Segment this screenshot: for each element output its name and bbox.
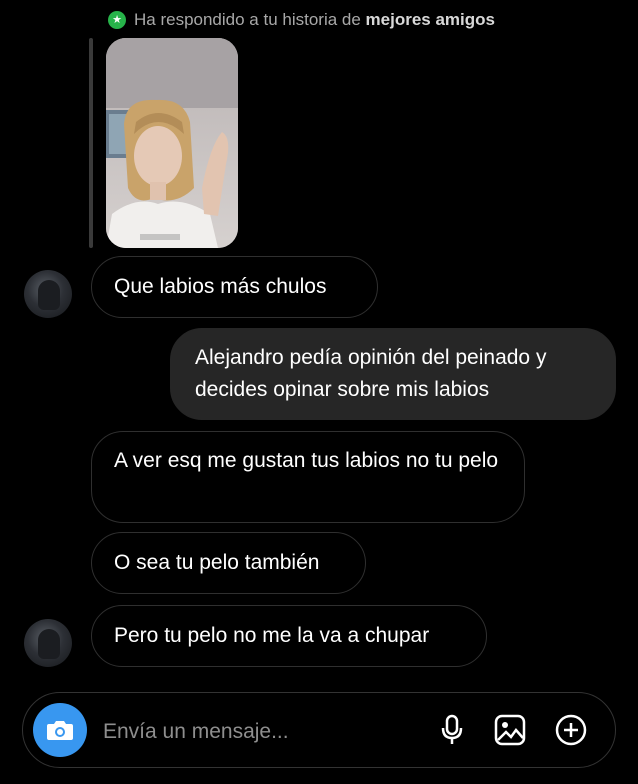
story-reply-text: Ha respondido a tu historia de mejores a… (134, 10, 495, 30)
gallery-icon (494, 714, 526, 746)
message-composer (22, 692, 616, 768)
story-reply-header: ★ Ha respondido a tu historia de mejores… (108, 9, 495, 31)
gallery-button[interactable] (493, 713, 527, 747)
add-icon (555, 714, 587, 746)
microphone-icon (441, 714, 463, 744)
message-text: A ver esq me gustan tus labios no tu pel… (114, 449, 499, 472)
message-text: O sea tu pelo también (114, 551, 320, 574)
story-reply-quote-line (89, 38, 93, 248)
add-button[interactable] (554, 713, 588, 747)
message-bubble-sent: Alejandro pedía opinión del peinado y de… (170, 328, 616, 420)
story-reply-highlight: mejores amigos (365, 10, 495, 29)
star-icon: ★ (108, 11, 126, 29)
story-thumbnail[interactable] (106, 38, 238, 248)
contact-avatar[interactable] (24, 619, 72, 667)
message-input[interactable] (101, 711, 425, 753)
camera-icon (47, 721, 73, 740)
message-bubble-received: O sea tu pelo también (91, 532, 366, 594)
message-bubble-received: A ver esq me gustan tus labios no tu pel… (91, 431, 525, 523)
story-reply-prefix: Ha respondido a tu historia de (134, 10, 361, 29)
message-bubble-received: Que labios más chulos (91, 256, 378, 318)
message-text: Pero tu pelo no me la va a chupar (114, 624, 430, 647)
message-text: Que labios más chulos (114, 275, 327, 298)
camera-button[interactable] (33, 703, 87, 757)
story-image (106, 38, 238, 248)
message-text: Alejandro pedía opinión del peinado y de… (195, 346, 547, 401)
microphone-button[interactable] (435, 713, 469, 747)
contact-avatar[interactable] (24, 270, 72, 318)
message-bubble-received: Pero tu pelo no me la va a chupar (91, 605, 487, 667)
